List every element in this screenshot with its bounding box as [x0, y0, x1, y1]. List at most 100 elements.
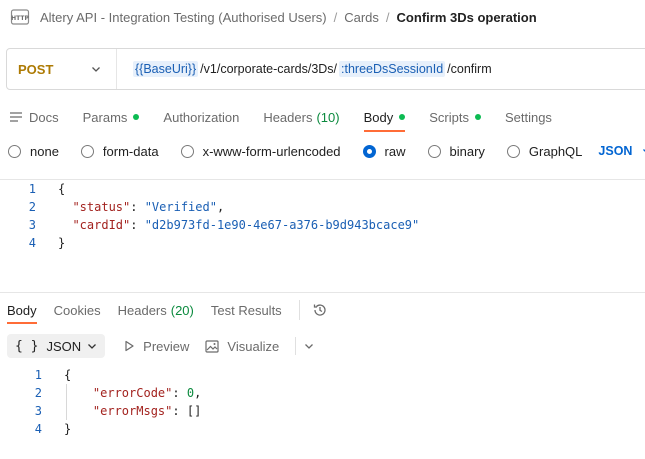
radio-none[interactable]	[8, 144, 21, 158]
breadcrumb-separator: /	[333, 9, 338, 25]
method-select[interactable]: POST	[7, 49, 117, 89]
json-string-value: "d2b973fd-1e90-4e67-a376-b9d943bcace9"	[144, 218, 420, 232]
tab-headers[interactable]: Headers (10)	[263, 106, 339, 128]
code-line: 3 "errorMsgs": []	[12, 402, 202, 420]
tab-body-label: Body	[363, 109, 394, 125]
url-input[interactable]: {{BaseUri}} /v1/corporate-cards/3Ds/ :th…	[117, 61, 494, 77]
tab-docs[interactable]: Docs	[9, 106, 59, 128]
radio-raw[interactable]	[362, 144, 376, 158]
line-number: 2	[34, 386, 42, 400]
response-tab-headers-label: Headers	[117, 302, 167, 318]
response-toolbar: { } JSON Preview Visualize	[7, 334, 314, 358]
page-title[interactable]: Confirm 3Ds operation	[397, 10, 537, 25]
radio-binary[interactable]	[427, 144, 441, 158]
tab-scripts-label: Scripts	[429, 109, 469, 125]
tab-settings[interactable]: Settings	[505, 106, 552, 128]
json-key: "errorMsgs"	[92, 404, 173, 418]
divider	[0, 292, 645, 293]
divider	[295, 337, 297, 355]
radio-graphql[interactable]	[506, 144, 520, 158]
code-line: 1 {	[6, 180, 419, 198]
body-mode-selector: none form-data x-www-form-urlencoded raw…	[8, 142, 645, 160]
line-number: 3	[34, 404, 42, 418]
radio-urlencoded[interactable]	[180, 144, 194, 158]
mode-form-data[interactable]: form-data	[80, 143, 159, 159]
breadcrumb-collection[interactable]: Altery API - Integration Testing (Author…	[40, 10, 327, 25]
mode-raw[interactable]: raw	[362, 143, 406, 159]
request-tabs: Docs Params Authorization Headers (10) B…	[9, 106, 576, 132]
http-request-icon: HTTP	[10, 7, 30, 27]
json-array-value: []	[186, 404, 202, 418]
mode-raw-label: raw	[384, 143, 406, 159]
mode-form-data-label: form-data	[102, 143, 159, 159]
breadcrumb-separator: /	[385, 9, 390, 25]
close-brace: }	[58, 236, 66, 250]
response-tab-headers[interactable]: Headers (20)	[118, 303, 194, 318]
language-select[interactable]: JSON	[598, 144, 645, 158]
history-icon[interactable]	[312, 302, 328, 318]
response-format-select[interactable]: { } JSON	[7, 334, 106, 358]
url-bar: POST {{BaseUri}} /v1/corporate-cards/3Ds…	[6, 48, 645, 90]
close-brace: }	[64, 422, 72, 436]
preview-label: Preview	[143, 338, 190, 354]
request-body-editor[interactable]: 1 { 2 "status": "Verified", 3 "cardId": …	[6, 180, 419, 252]
open-brace: {	[58, 182, 66, 196]
tab-body[interactable]: Body	[363, 106, 406, 132]
breadcrumb-folder[interactable]: Cards	[344, 10, 379, 25]
json-number-value: 0	[186, 386, 195, 400]
chevron-down-icon[interactable]	[304, 341, 314, 351]
json-string-value: "Verified"	[144, 200, 217, 214]
url-path-end: /confirm	[447, 62, 492, 76]
response-body-viewer[interactable]: 1 { 2 "errorCode": 0, 3 "errorMsgs": [] …	[12, 366, 202, 438]
chevron-down-icon	[88, 344, 97, 349]
code-line: 4 }	[6, 234, 419, 252]
mode-binary-label: binary	[449, 143, 485, 159]
mode-urlencoded[interactable]: x-www-form-urlencoded	[180, 143, 341, 159]
preview-button[interactable]: Preview	[123, 339, 189, 354]
mode-binary[interactable]: binary	[427, 143, 485, 159]
response-tab-body[interactable]: Body	[7, 303, 37, 324]
open-brace: {	[64, 368, 72, 382]
json-key: "status"	[72, 200, 131, 214]
response-tab-test-results[interactable]: Test Results	[211, 303, 282, 318]
tab-settings-label: Settings	[504, 109, 552, 125]
line-number: 4	[28, 236, 36, 250]
line-number: 4	[34, 422, 42, 436]
code-line: 1 {	[12, 366, 201, 384]
code-line: 2 "status": "Verified",	[6, 198, 419, 216]
response-tabs: Body Cookies Headers (20) Test Results	[7, 300, 328, 324]
code-line: 2 "errorCode": 0,	[12, 384, 202, 402]
image-icon	[205, 339, 220, 353]
status-dot	[133, 114, 140, 120]
headers-count: (10)	[316, 109, 340, 125]
line-number: 2	[28, 200, 36, 214]
path-variable[interactable]: :threeDsSessionId	[339, 61, 446, 77]
status-dot	[399, 114, 406, 120]
response-headers-count: (20)	[170, 302, 194, 318]
json-key: "cardId"	[72, 218, 131, 232]
tab-authorization-label: Authorization	[163, 109, 240, 125]
tab-params-label: Params	[82, 109, 128, 125]
radio-form-data[interactable]	[80, 144, 94, 158]
line-number: 3	[28, 218, 36, 232]
code-line: 4 }	[12, 420, 201, 438]
braces-icon: { }	[15, 338, 39, 354]
mode-none[interactable]: none	[8, 144, 59, 159]
tab-authorization[interactable]: Authorization	[163, 106, 239, 128]
divider	[298, 300, 300, 320]
visualize-label: Visualize	[227, 338, 280, 354]
docs-icon	[10, 112, 22, 122]
visualize-button[interactable]: Visualize	[205, 339, 279, 354]
tab-docs-label: Docs	[29, 109, 59, 125]
tab-scripts[interactable]: Scripts	[429, 106, 481, 128]
response-tab-cookies[interactable]: Cookies	[54, 303, 101, 318]
method-label: POST	[18, 61, 54, 77]
response-format-label: JSON	[46, 338, 82, 354]
mode-urlencoded-label: x-www-form-urlencoded	[202, 143, 341, 159]
tab-params[interactable]: Params	[83, 106, 140, 128]
status-dot	[474, 114, 481, 120]
base-uri-variable[interactable]: {{BaseUri}}	[133, 61, 199, 77]
url-path: /v1/corporate-cards/3Ds/	[200, 62, 338, 76]
line-number: 1	[34, 368, 42, 382]
mode-graphql[interactable]: GraphQL	[506, 144, 582, 159]
